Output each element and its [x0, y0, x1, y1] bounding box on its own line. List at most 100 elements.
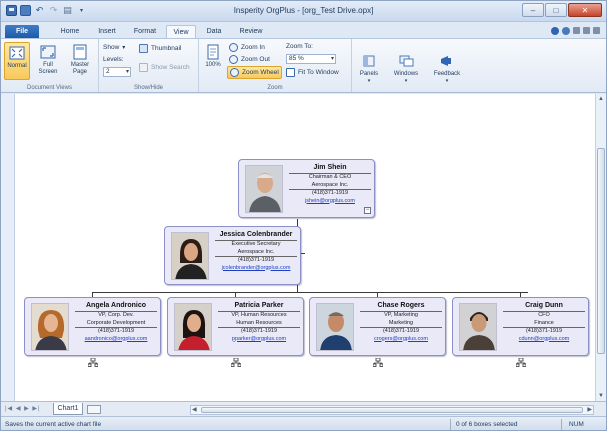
show-search-button[interactable]: Show Search	[139, 63, 190, 72]
employee-name: Craig Dunn	[525, 302, 563, 309]
zoom-in-icon	[229, 43, 238, 52]
zoom-to-select[interactable]: 85 %	[286, 54, 336, 64]
windows-icon	[399, 55, 414, 67]
employee-dept: Marketing	[388, 319, 414, 326]
zoom-wheel-label: Zoom Wheel	[242, 69, 279, 76]
scroll-up-icon[interactable]: ▲	[596, 94, 606, 104]
employee-dept: Aerospace Inc.	[237, 248, 275, 255]
subordinates-icon[interactable]	[373, 358, 383, 367]
employee-dept: Finance	[534, 319, 554, 326]
normal-view-label: Normal	[7, 63, 27, 69]
chevron-down-icon: ▾	[404, 78, 408, 84]
master-page-button[interactable]: Master Page	[66, 44, 94, 76]
employee-title: Executive Secretary	[215, 240, 297, 249]
minimize-icon[interactable]: –	[522, 3, 544, 17]
subordinates-icon[interactable]	[88, 358, 98, 367]
full-screen-button[interactable]: Full Screen	[34, 44, 62, 76]
vertical-scroll-thumb[interactable]	[597, 148, 605, 354]
employee-phone: (418)371-1919	[289, 189, 371, 198]
org-box-assistant[interactable]: Jessica Colenbrander Executive Secretary…	[164, 226, 301, 285]
photo-patricia-parker	[174, 303, 212, 351]
master-page-icon	[73, 44, 87, 60]
sheet-tab-chart1[interactable]: Chart1	[53, 403, 83, 415]
zoom-in-button[interactable]: Zoom In	[229, 43, 265, 52]
zoom-wheel-button[interactable]: Zoom Wheel	[227, 66, 282, 79]
fit-window-icon	[286, 68, 295, 77]
zoom-100-button[interactable]: 100%	[202, 44, 224, 69]
employee-name: Jessica Colenbrander	[219, 231, 293, 238]
tab-data[interactable]: Data	[202, 25, 226, 38]
tab-home[interactable]: Home	[57, 25, 83, 38]
left-panel-strip	[1, 94, 15, 401]
chart-canvas[interactable]: Jim Shein Chairman & CEO Aerospace Inc. …	[15, 94, 595, 401]
normal-view-button[interactable]: Normal	[4, 42, 30, 80]
levels-stepper[interactable]: 2	[103, 67, 131, 77]
thumbnail-label: Thumbnail	[151, 45, 182, 52]
sheet-nav-arrows[interactable]: |◀ ◀ ▶ ▶|	[5, 405, 41, 412]
employee-email-link[interactable]: jcolenbrander@orgplus.com	[213, 265, 299, 273]
zoom-out-icon	[229, 55, 238, 64]
ribbon: Normal Full Screen Master Page Document …	[1, 38, 606, 93]
employee-name: Patricia Parker	[234, 302, 284, 309]
status-separator	[561, 419, 562, 430]
tab-format[interactable]: Format	[129, 25, 161, 38]
search-icon	[139, 63, 148, 72]
org-box-top[interactable]: Jim Shein Chairman & CEO Aerospace Inc. …	[238, 159, 375, 218]
tab-file[interactable]: File	[5, 25, 39, 38]
employee-dept: Corporate Development	[86, 319, 146, 326]
employee-phone: (418)371-1919	[360, 327, 442, 336]
employee-email-link[interactable]: cdunn@orgplus.com	[501, 336, 587, 344]
close-icon[interactable]: ✕	[568, 3, 602, 17]
title-bar: ↶ ↷ ▤ ▾ Insperity OrgPlus - [org_Test Dr…	[1, 1, 606, 22]
status-separator	[450, 419, 451, 430]
chevron-down-icon: ▾	[445, 78, 449, 84]
tab-view[interactable]: View	[166, 25, 196, 38]
org-box-report[interactable]: Chase Rogers VP, Marketing Marketing (41…	[309, 297, 446, 356]
info-icon[interactable]	[562, 27, 570, 35]
maximize-icon[interactable]: □	[545, 3, 567, 17]
show-dropdown[interactable]: Show ▾	[103, 44, 125, 51]
employee-email-link[interactable]: aandronico@orgplus.com	[73, 336, 159, 344]
tab-insert[interactable]: Insert	[93, 25, 121, 38]
zoom-out-button[interactable]: Zoom Out	[229, 55, 270, 64]
feedback-button[interactable]: Feedback ▾	[429, 53, 465, 85]
org-box-report[interactable]: Patricia Parker VP, Human Resources Huma…	[167, 297, 304, 356]
vertical-scrollbar[interactable]: ▲ ▼	[595, 94, 606, 401]
employee-email-link[interactable]: pparker@orgplus.com	[216, 336, 302, 344]
help-icon[interactable]	[551, 27, 559, 35]
show-label: Show	[103, 44, 120, 51]
panels-button[interactable]: Panels ▾	[356, 53, 382, 85]
ribbon-restore-icon[interactable]	[583, 27, 590, 34]
subordinates-icon[interactable]	[231, 358, 241, 367]
scroll-left-icon[interactable]: ◀	[192, 406, 197, 414]
employee-title: VP, Corp. Dev.	[75, 311, 157, 320]
levels-row: Levels:	[103, 56, 124, 63]
ribbon-minimize-icon[interactable]	[573, 27, 580, 34]
thumbnail-button[interactable]: Thumbnail	[139, 44, 181, 53]
org-box-report[interactable]: Craig Dunn CFO Finance (418)371-1919 cdu…	[452, 297, 589, 356]
tab-review[interactable]: Review	[235, 25, 267, 38]
photo-chase-rogers	[316, 303, 354, 351]
feedback-label: Feedback	[433, 71, 461, 77]
fit-to-window-button[interactable]: Fit To Window	[286, 68, 339, 77]
status-bar: Saves the current active chart file 0 of…	[1, 416, 606, 430]
employee-email-link[interactable]: crogers@orgplus.com	[358, 336, 444, 344]
collapse-icon[interactable]: −	[364, 207, 371, 214]
horizontal-scroll-thumb[interactable]	[201, 407, 583, 413]
org-box-report[interactable]: Angela Andronico VP, Corp. Dev. Corporat…	[24, 297, 161, 356]
new-sheet-icon[interactable]	[87, 405, 101, 414]
employee-title: CFO	[503, 311, 585, 320]
windows-button[interactable]: Windows ▾	[388, 53, 424, 85]
status-message: Saves the current active chart file	[5, 421, 102, 428]
ribbon-close-icon[interactable]	[593, 27, 600, 34]
employee-email-link[interactable]: jshein@orgplus.com	[287, 198, 373, 206]
chevron-down-icon: ▾	[367, 78, 371, 84]
windows-label: Windows	[393, 71, 419, 77]
scroll-down-icon[interactable]: ▼	[596, 391, 606, 401]
scroll-right-icon[interactable]: ▶	[587, 406, 592, 414]
full-screen-label: Full Screen	[38, 62, 58, 75]
subordinates-icon[interactable]	[516, 358, 526, 367]
horizontal-scrollbar[interactable]: ◀ ▶	[190, 405, 594, 415]
window-title: Insperity OrgPlus - [org_Test Drive.opx]	[233, 6, 374, 15]
group-show-hide: Show ▾ Levels: 2 Thumbnail Show Search S…	[99, 39, 199, 92]
